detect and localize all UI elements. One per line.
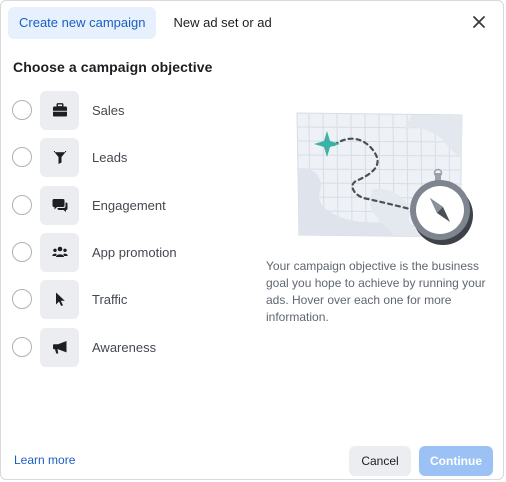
radio-button[interactable]: [12, 147, 32, 167]
megaphone-icon: [52, 341, 66, 354]
dialog-tabs: Create new campaign New ad set or ad: [8, 7, 283, 39]
close-icon[interactable]: [471, 14, 487, 30]
objective-icon-box: [40, 185, 79, 225]
objective-icon-box: [40, 232, 79, 272]
objective-label: Awareness: [92, 339, 157, 355]
chat-bubbles-icon: [51, 199, 67, 212]
continue-button[interactable]: Continue: [419, 446, 493, 476]
create-campaign-dialog: Create new campaign New ad set or ad Cho…: [0, 0, 504, 480]
cancel-button[interactable]: Cancel: [349, 446, 411, 476]
objective-icon-box: [40, 137, 79, 177]
briefcase-icon: [52, 103, 67, 117]
cursor-icon: [55, 292, 65, 306]
funnel-icon: [53, 151, 66, 164]
objective-label: App promotion: [92, 244, 177, 260]
learn-more-link[interactable]: Learn more: [14, 453, 75, 467]
map-compass-illustration: [296, 112, 473, 245]
objective-description: Your campaign objective is the business …: [266, 259, 486, 324]
tab-new-ad-set-or-ad[interactable]: New ad set or ad: [162, 7, 282, 39]
objective-label: Sales: [92, 102, 125, 118]
objective-icon-box: [40, 327, 79, 367]
radio-button[interactable]: [12, 100, 32, 120]
objective-icon-box: [40, 279, 79, 319]
tab-create-new-campaign[interactable]: Create new campaign: [8, 7, 157, 39]
objective-label: Leads: [92, 149, 128, 165]
objective-heading: Choose a campaign objective: [13, 59, 213, 75]
objective-icon-box: [40, 90, 79, 130]
objective-sales[interactable]: Sales: [12, 90, 242, 130]
radio-button[interactable]: [12, 337, 32, 357]
objective-awareness[interactable]: Awareness: [12, 327, 242, 367]
radio-button[interactable]: [12, 195, 32, 215]
objective-label: Traffic: [92, 291, 128, 307]
objective-traffic[interactable]: Traffic: [12, 279, 242, 319]
objective-leads[interactable]: Leads: [12, 137, 242, 177]
radio-button[interactable]: [12, 289, 32, 309]
radio-button[interactable]: [12, 242, 32, 262]
objective-app-promotion[interactable]: App promotion: [12, 232, 242, 272]
objective-engagement[interactable]: Engagement: [12, 185, 242, 225]
people-icon: [51, 246, 68, 257]
objective-label: Engagement: [92, 197, 166, 213]
